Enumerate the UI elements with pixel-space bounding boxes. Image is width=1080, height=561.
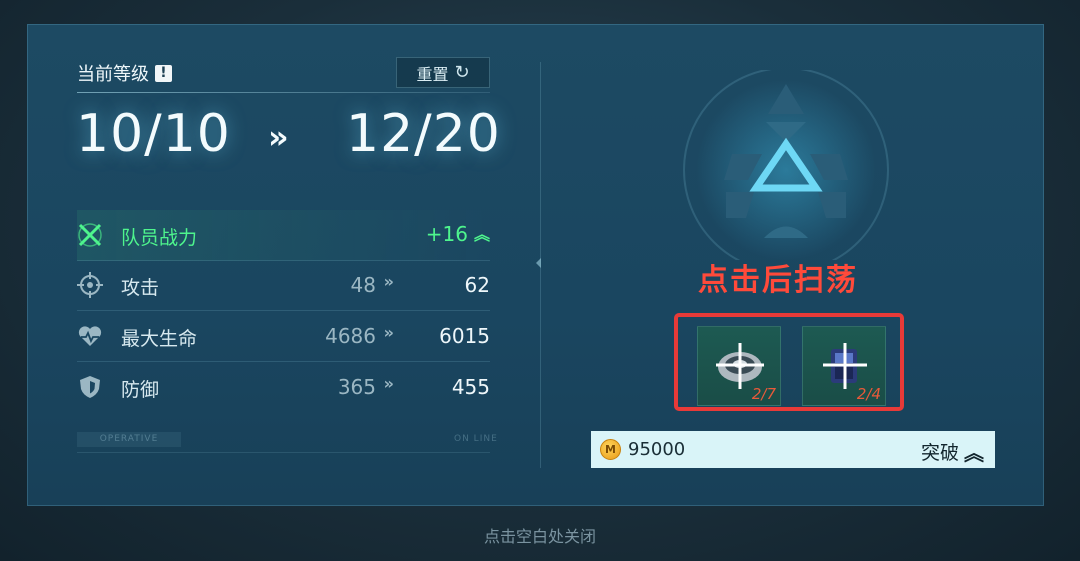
sweep-hint: 点击后扫荡 <box>698 263 858 298</box>
info-icon[interactable]: ! <box>155 64 172 82</box>
max-hp-new: 6015 <box>439 324 490 348</box>
material-count-1: 2/7 <box>751 385 776 403</box>
title-underline <box>77 92 490 93</box>
max-hp-arrow-icon: » <box>383 323 394 342</box>
reset-label: 重置 <box>416 64 449 84</box>
max-hp-label: 最大生命 <box>121 328 198 350</box>
crossed-swords-icon <box>78 223 102 247</box>
material-slot-1[interactable]: 2/7 <box>697 326 781 406</box>
level-arrow-icon: » <box>268 118 289 156</box>
material-count-2: 2/4 <box>856 385 881 403</box>
attack-old: 48 <box>350 273 376 297</box>
max-hp-old: 4686 <box>325 324 376 348</box>
chevron-up-icon: ︽ <box>964 441 984 465</box>
refresh-icon: ↻ <box>454 62 470 83</box>
level-title-label: 当前等级 <box>77 64 149 85</box>
defense-arrow-icon: » <box>383 374 394 393</box>
bottom-divider <box>77 452 490 453</box>
breakthrough-button[interactable]: M 95000 突破 ︽ <box>591 431 995 468</box>
operative-watermark: OPERATIVE <box>77 432 181 447</box>
power-up-icon: ︽ <box>473 225 490 244</box>
attack-new: 62 <box>464 273 490 297</box>
online-watermark: ON LINE <box>454 434 498 444</box>
crosshair-icon <box>77 272 103 298</box>
close-hint[interactable]: 点击空白处关闭 <box>0 523 1080 547</box>
rank-emblem-icon <box>683 70 889 260</box>
breakthrough-label: 突破 <box>920 442 959 464</box>
material-slot-2[interactable]: 2/4 <box>802 326 886 406</box>
attack-arrow-icon: » <box>383 272 394 291</box>
reset-button[interactable]: 重置 ↻ <box>396 57 490 88</box>
stat-row-defense: 防御 365 » 455 <box>77 362 490 412</box>
stat-row-power: 队员战力 +16 ︽ <box>77 210 490 261</box>
divider-arrow-icon <box>536 258 541 268</box>
level-title: 当前等级 ! <box>77 60 172 86</box>
defense-label: 防御 <box>121 379 160 401</box>
power-label: 队员战力 <box>121 227 198 249</box>
attack-label: 攻击 <box>121 277 160 299</box>
shield-icon <box>80 376 100 398</box>
coin-icon: M <box>600 439 621 460</box>
stat-row-attack: 攻击 48 » 62 <box>77 260 490 311</box>
defense-new: 455 <box>451 375 490 399</box>
defense-old: 365 <box>337 375 376 399</box>
heart-icon <box>78 326 102 346</box>
coin-cost: 95000 <box>628 439 686 460</box>
current-level: 10/10 <box>76 104 231 164</box>
power-delta: +16 <box>425 222 468 246</box>
target-level: 12/20 <box>346 104 501 164</box>
stat-row-max-hp: 最大生命 4686 » 6015 <box>77 311 490 362</box>
